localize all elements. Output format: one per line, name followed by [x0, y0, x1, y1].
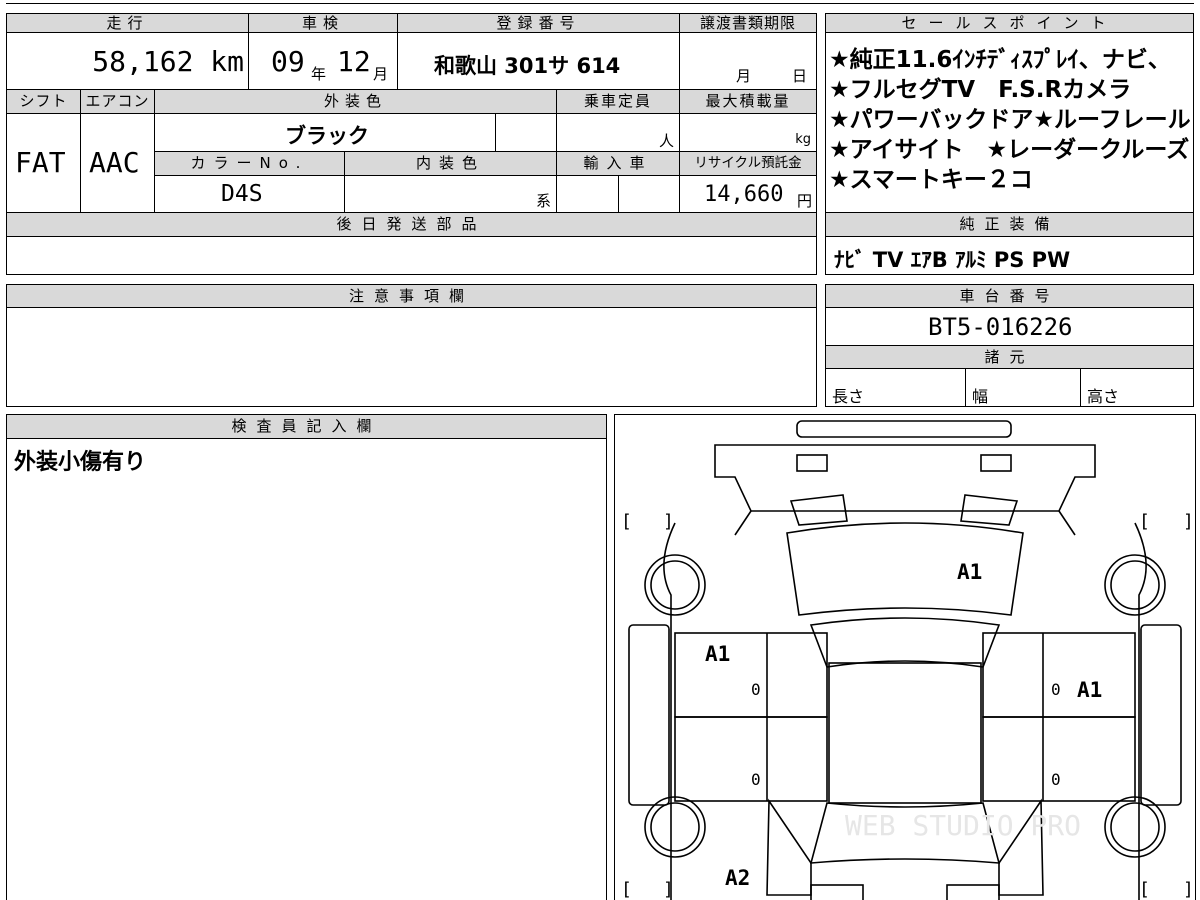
inspection-label: 車検 [248, 13, 398, 33]
genuine-equipment-label: 純正装備 [825, 212, 1194, 237]
transfer-month-unit: 月 [736, 67, 752, 85]
notes-cell [6, 307, 817, 407]
exterior-color-label: 外装色 [154, 89, 557, 114]
notes-label: 注意事項欄 [6, 284, 817, 308]
spec-width-cell: 幅 [965, 368, 1081, 407]
car-diagram-panel: [] [] [] [] A1 A1 A1 A2 0 0 0 0 WEB STUD… [614, 414, 1196, 900]
color-no-value: D4S [221, 181, 263, 207]
transfer-day-unit: 日 [792, 67, 808, 85]
shift-label: シフト [6, 89, 81, 114]
zero-mark: 0 [751, 680, 761, 699]
chassis-cell: BT5-016226 [825, 307, 1194, 346]
aircon-cell: AAC [80, 113, 155, 213]
damage-mark: A1 [1077, 678, 1102, 702]
capacity-cell: 人 [556, 113, 680, 152]
shift-value: FAT [15, 146, 66, 179]
sales-points-label: セールスポイント [825, 13, 1194, 33]
watermark: WEB STUDIO PRO [845, 809, 1081, 842]
car-diagram: [] [] [] [] A1 A1 A1 A2 0 0 0 0 WEB STUD… [621, 420, 1194, 900]
zero-mark: 0 [1051, 770, 1061, 789]
sales-point-item: ★フルセグTV F.S.Rカメラ [829, 77, 1132, 103]
inspection-year-unit: 年 [311, 65, 327, 83]
svg-text:[: [ [1139, 511, 1150, 532]
registration-cell: 和歌山 301サ 614 [397, 32, 680, 90]
sales-point-item: ★パワーバックドア★ルーフレール [829, 107, 1191, 133]
specs-label: 諸元 [825, 345, 1194, 369]
aircon-label: エアコン [80, 89, 155, 114]
registration-number: 和歌山 301サ 614 [434, 54, 621, 78]
svg-text:[: [ [1139, 879, 1150, 900]
exterior-color-value: ブラック [285, 124, 369, 148]
interior-color-cell: 系 [344, 175, 557, 213]
zero-mark: 0 [1051, 680, 1061, 699]
svg-text:[: [ [621, 511, 632, 532]
recycle-cell: 14,660 円 [679, 175, 817, 213]
svg-text:]: ] [1183, 879, 1194, 900]
recycle-label: リサイクル預託金 [679, 151, 817, 176]
max-load-label: 最大積載量 [679, 89, 817, 114]
shift-cell: FAT [6, 113, 81, 213]
genuine-equipment-cell: ﾅﾋﾞ TV ｴｱB ｱﾙﾐ PS PW [825, 236, 1194, 275]
recycle-value: 14,660 [704, 182, 784, 207]
import-label: 輸入車 [556, 151, 680, 176]
transfer-deadline-label: 譲渡書類期限 [679, 13, 817, 33]
mileage-value: 58,162 km [92, 45, 244, 78]
spec-height-cell: 高さ [1080, 368, 1194, 407]
sales-point-item: ★スマートキー２コ [829, 167, 1033, 193]
inspector-cell: 外装小傷有り [6, 438, 607, 900]
inspection-year: 09 [271, 45, 305, 78]
interior-color-label: 内装色 [344, 151, 557, 176]
inspector-label: 検査員記入欄 [6, 414, 607, 439]
inspection-month: 12 [337, 45, 371, 78]
transfer-deadline-cell: 月 日 [679, 32, 817, 90]
inspector-comment: 外装小傷有り [14, 450, 147, 475]
chassis-value: BT5-016226 [928, 313, 1073, 341]
top-strip [6, 0, 1194, 4]
mileage-label: 走行 [6, 13, 249, 33]
genuine-equipment-value: ﾅﾋﾞ TV ｴｱB ｱﾙﾐ PS PW [834, 248, 1071, 272]
spec-length-cell: 長さ [825, 368, 966, 407]
damage-mark: A2 [725, 866, 750, 890]
import-cell-a [556, 175, 619, 213]
color-no-cell: D4S [154, 175, 345, 213]
interior-color-unit: 系 [535, 192, 551, 210]
spec-width-label: 幅 [972, 387, 989, 406]
import-cell-b [618, 175, 680, 213]
aircon-value: AAC [89, 146, 140, 179]
sales-point-item: ★アイサイト ★レーダークルーズ [829, 137, 1190, 163]
zero-mark: 0 [751, 770, 761, 789]
capacity-unit: 人 [658, 132, 674, 150]
capacity-label: 乗車定員 [556, 89, 680, 114]
svg-text:]: ] [663, 879, 674, 900]
spec-length-label: 長さ [832, 387, 865, 406]
exterior-color-extra-cell [495, 113, 557, 152]
color-no-label: カラーNo. [154, 151, 345, 176]
max-load-cell: kg [679, 113, 817, 152]
damage-mark: A1 [957, 560, 982, 584]
damage-mark: A1 [705, 642, 730, 666]
sales-points-list: ★純正11.6ｲﾝﾁﾃﾞｨｽﾌﾟﾚｲ、ナビ、 ★フルセグTV F.S.Rカメラ … [825, 32, 1194, 213]
exterior-color-cell: ブラック [154, 113, 496, 152]
sales-point-item: ★純正11.6ｲﾝﾁﾃﾞｨｽﾌﾟﾚｲ、ナビ、 [829, 47, 1171, 73]
max-load-unit: kg [795, 132, 811, 147]
later-parts-cell [6, 236, 817, 275]
registration-label: 登録番号 [397, 13, 680, 33]
later-parts-label: 後日発送部品 [6, 212, 817, 237]
mileage-cell: 58,162 km [6, 32, 249, 90]
inspection-cell: 09 年 12 月 [248, 32, 398, 90]
svg-text:[: [ [621, 879, 632, 900]
svg-text:]: ] [663, 511, 674, 532]
svg-text:]: ] [1183, 511, 1194, 532]
recycle-unit: 円 [796, 192, 812, 210]
spec-height-label: 高さ [1087, 387, 1120, 406]
chassis-label: 車台番号 [825, 284, 1194, 308]
inspection-month-unit: 月 [373, 65, 389, 83]
